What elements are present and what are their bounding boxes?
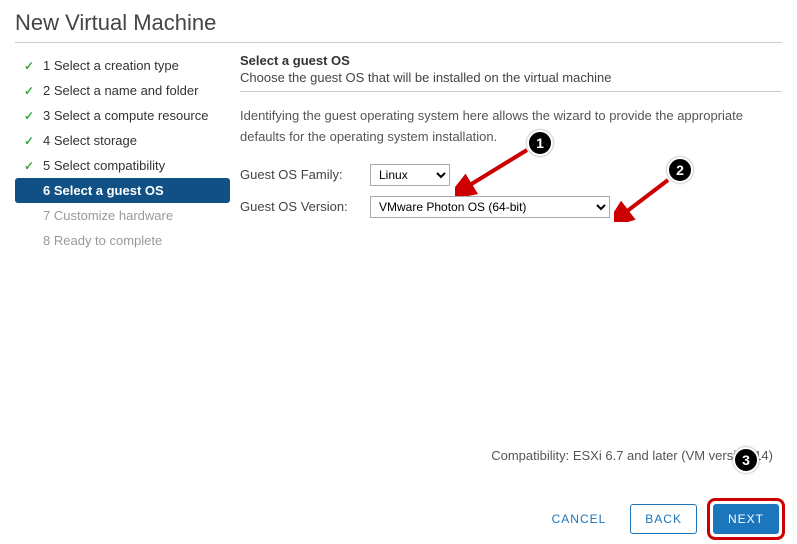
check-icon: ✓ [23,134,35,148]
next-highlight-box: NEXT [707,498,785,540]
wizard-sidebar: ✓ 1 Select a creation type ✓ 2 Select a na… [15,53,230,253]
guest-os-version-label: Guest OS Version: [240,199,370,214]
section-description: Identifying the guest operating system h… [240,106,782,148]
step-label: 1 Select a creation type [43,58,179,73]
step-label: 2 Select a name and folder [43,83,198,98]
divider-inner [240,91,782,92]
callout-2: 2 [667,157,693,183]
step-2[interactable]: ✓ 2 Select a name and folder [15,78,230,103]
wizard-main: Select a guest OS Choose the guest OS th… [240,53,782,253]
cancel-button[interactable]: CANCEL [538,505,621,533]
step-label: 3 Select a compute resource [43,108,209,123]
guest-os-family-label: Guest OS Family: [240,167,370,182]
step-label: 4 Select storage [43,133,137,148]
check-icon: ✓ [23,59,35,73]
step-label: 8 Ready to complete [43,233,162,248]
check-icon: ✓ [23,84,35,98]
check-icon: ✓ [23,109,35,123]
guest-os-family-select[interactable]: Linux [370,164,450,186]
back-button[interactable]: BACK [630,504,697,534]
next-button[interactable]: NEXT [713,504,779,534]
step-label: 5 Select compatibility [43,158,165,173]
compatibility-text: Compatibility: ESXi 6.7 and later (VM ve… [491,448,773,463]
guest-os-version-select[interactable]: VMware Photon OS (64-bit) [370,196,610,218]
page-title: New Virtual Machine [15,10,782,40]
step-7: ✓7 Customize hardware [15,203,230,228]
step-4[interactable]: ✓ 4 Select storage [15,128,230,153]
step-label: 7 Customize hardware [43,208,173,223]
step-1[interactable]: ✓ 1 Select a creation type [15,53,230,78]
step-6[interactable]: ✓6 Select a guest OS [15,178,230,203]
callout-3: 3 [733,447,759,473]
section-heading: Select a guest OS [240,53,782,68]
check-icon: ✓ [23,159,35,173]
divider-top [15,42,782,43]
callout-1: 1 [527,130,553,156]
step-label: 6 Select a guest OS [43,183,164,198]
step-3[interactable]: ✓ 3 Select a compute resource [15,103,230,128]
wizard-footer: CANCEL BACK NEXT [538,498,785,540]
step-8: ✓8 Ready to complete [15,228,230,253]
section-subheading: Choose the guest OS that will be install… [240,70,782,85]
step-5[interactable]: ✓ 5 Select compatibility [15,153,230,178]
